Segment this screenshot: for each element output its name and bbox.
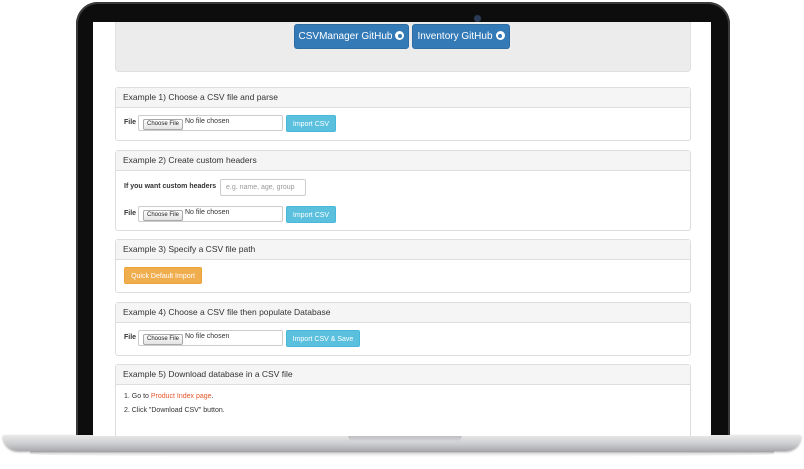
file-label: File xyxy=(124,210,137,217)
panel-example-1: Example 1) Choose a CSV file and parse F… xyxy=(115,87,691,141)
step-1: 1. Go to Product Index page. xyxy=(124,393,214,400)
custom-headers-label: If you want custom headers xyxy=(124,183,217,190)
step-2: 2. Click "Download CSV" button. xyxy=(124,407,225,414)
custom-headers-input[interactable]: e.g. name, age, group xyxy=(220,179,306,196)
panel-title: Example 1) Choose a CSV file and parse xyxy=(116,88,690,108)
choose-file-button[interactable]: Choose File xyxy=(143,119,184,130)
inventory-github-button[interactable]: Inventory GitHub xyxy=(412,24,510,49)
panel-example-2: Example 2) Create custom headers If you … xyxy=(115,150,691,231)
no-file-text: No file chosen xyxy=(185,209,230,216)
step-1-suffix: . xyxy=(211,393,214,400)
no-file-text: No file chosen xyxy=(185,333,230,340)
hero-jumbotron: CSVManager GitHub Inventory GitHub xyxy=(115,22,691,72)
product-index-link[interactable]: Product Index page xyxy=(151,393,212,400)
github-icon xyxy=(395,31,405,40)
import-csv-save-button[interactable]: Import CSV & Save xyxy=(286,330,360,347)
panel-example-4: Example 4) Choose a CSV file then popula… xyxy=(115,302,691,356)
panel-title: Example 3) Specify a CSV file path xyxy=(116,240,690,260)
panel-title: Example 2) Create custom headers xyxy=(116,151,690,171)
file-label: File xyxy=(124,334,137,341)
step-1-prefix: 1. Go to xyxy=(124,393,149,400)
laptop-base xyxy=(3,435,801,451)
choose-file-button[interactable]: Choose File xyxy=(143,210,184,221)
panel-title: Example 4) Choose a CSV file then popula… xyxy=(116,303,690,323)
import-csv-button[interactable]: Import CSV xyxy=(286,206,336,223)
no-file-text: No file chosen xyxy=(185,118,230,125)
panel-example-5: Example 5) Download database in a CSV fi… xyxy=(115,364,691,436)
choose-file-button[interactable]: Choose File xyxy=(143,334,184,345)
panel-example-3: Example 3) Specify a CSV file path Quick… xyxy=(115,239,691,293)
file-label: File xyxy=(124,119,137,126)
quick-default-import-button[interactable]: Quick Default Import xyxy=(124,267,202,284)
panel-title: Example 5) Download database in a CSV fi… xyxy=(116,365,690,385)
camera-icon xyxy=(474,15,481,22)
csvmanager-github-label: CSVManager GitHub xyxy=(298,31,393,42)
inventory-github-label: Inventory GitHub xyxy=(417,31,493,42)
screen: CSVManager GitHub Inventory GitHub Examp… xyxy=(93,22,711,436)
import-csv-button[interactable]: Import CSV xyxy=(286,115,336,132)
file-input[interactable]: Choose File No file chosen xyxy=(138,206,283,222)
file-input[interactable]: Choose File No file chosen xyxy=(138,330,283,346)
laptop-notch xyxy=(348,435,462,442)
file-input[interactable]: Choose File No file chosen xyxy=(138,115,283,131)
csvmanager-github-button[interactable]: CSVManager GitHub xyxy=(294,24,409,49)
github-icon xyxy=(495,31,505,40)
laptop-shadow xyxy=(30,451,774,457)
